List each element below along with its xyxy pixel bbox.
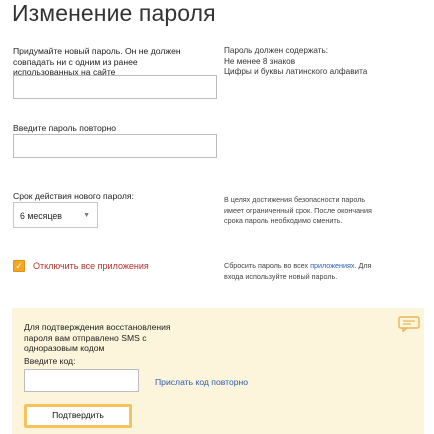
validity-selected-value: 6 месяцев bbox=[20, 211, 62, 221]
validity-hint: В целях достижения безопасности пароль и… bbox=[224, 195, 429, 227]
requirements-heading: Пароль должен содержать: bbox=[224, 46, 329, 55]
sms-message-line-3: одноразовым кодом bbox=[24, 343, 105, 353]
validity-label: Срок действия нового пароля: bbox=[13, 191, 134, 201]
apps-hint: Сбросить пароль во всех приложениях. Для… bbox=[224, 261, 429, 282]
apps-hint-prefix: Сбросить пароль во всех bbox=[224, 261, 311, 270]
page-title: Изменение пароля bbox=[12, 0, 216, 26]
sms-message-line-1: Для подтверждения восстановления bbox=[24, 322, 171, 332]
message-bubble-icon bbox=[398, 316, 420, 332]
resend-code-link[interactable]: Прислать код повторно bbox=[155, 377, 248, 387]
sms-code-input[interactable] bbox=[24, 369, 139, 392]
requirement-chars: Цифры и буквы латинского алфавита bbox=[224, 67, 368, 76]
disable-apps-checkbox[interactable]: ✓ bbox=[13, 260, 25, 272]
new-password-label: Придумайте новый пароль. Он не должен со… bbox=[13, 46, 213, 78]
chevron-down-icon: ▼ bbox=[83, 212, 90, 219]
checkmark-icon: ✓ bbox=[15, 261, 23, 271]
validity-hint-line-2: имеет ограниченный срок. После окончания bbox=[224, 205, 372, 215]
new-password-label-line-2: совпадать ни с одним из ранее bbox=[13, 56, 138, 67]
requirement-length: Не менее 8 знаков bbox=[224, 56, 296, 66]
apps-hint-line-1: Сбросить пароль во всех приложениях. Для bbox=[224, 261, 429, 272]
apps-link[interactable]: приложениях bbox=[310, 261, 354, 270]
new-password-input[interactable] bbox=[13, 75, 217, 99]
sms-message: Для подтверждения восстановления пароля … bbox=[24, 322, 224, 354]
apps-hint-suffix: . Для bbox=[354, 261, 372, 270]
sms-message-line-2: пароля вам отправлено SMS с bbox=[24, 332, 147, 343]
disable-apps-label[interactable]: Отключить все приложения bbox=[33, 261, 149, 271]
new-password-label-line-1: Придумайте новый пароль. Он не должен bbox=[13, 46, 181, 56]
confirm-button[interactable]: Подтвердить bbox=[24, 404, 132, 428]
validity-select[interactable]: 6 месяцев ▼ bbox=[13, 202, 98, 228]
validity-hint-line-3: срока пароль необходимо сменить. bbox=[224, 216, 343, 225]
repeat-password-input[interactable] bbox=[13, 134, 217, 158]
repeat-password-label: Введите пароль повторно bbox=[13, 123, 117, 133]
apps-hint-line-2: входа используйте новый пароль. bbox=[224, 271, 338, 281]
sms-code-label: Введите код: bbox=[24, 356, 76, 366]
validity-hint-line-1: В целях достижения безопасности пароль bbox=[224, 195, 366, 204]
password-requirements: Пароль должен содержать: Не менее 8 знак… bbox=[224, 46, 424, 78]
